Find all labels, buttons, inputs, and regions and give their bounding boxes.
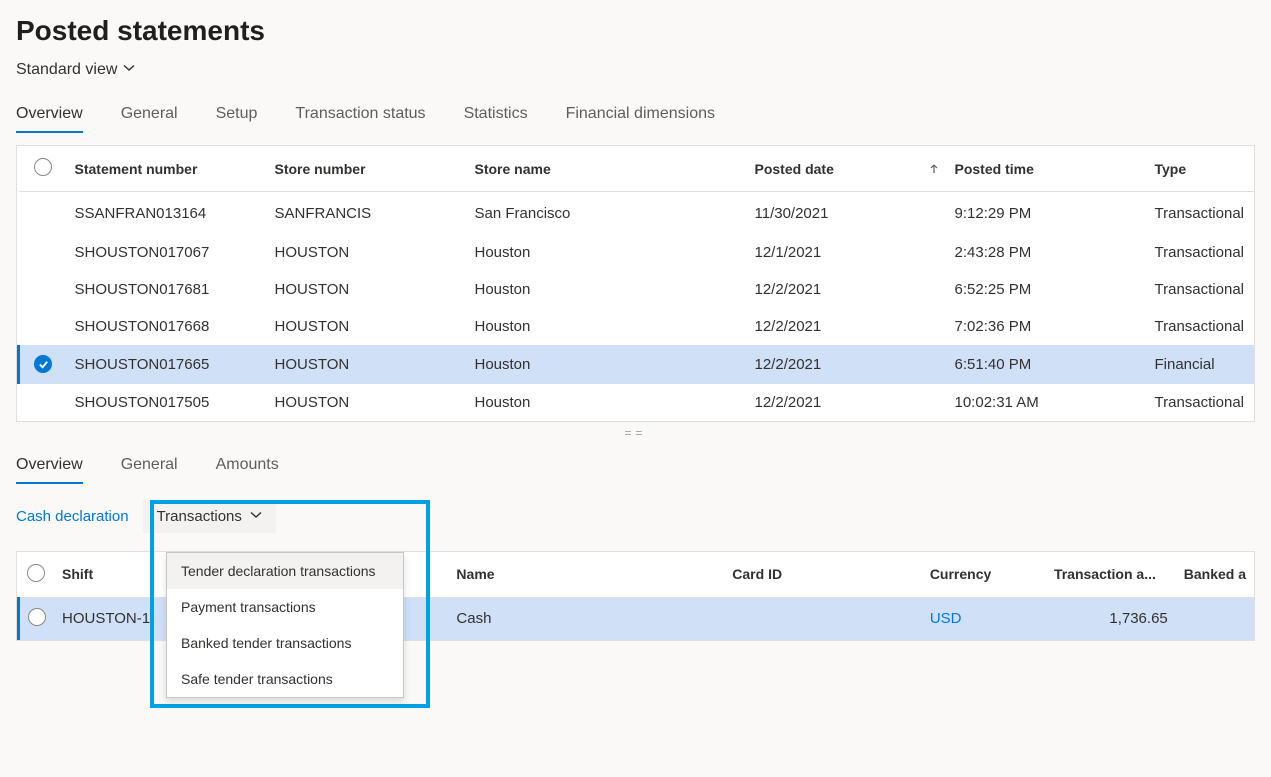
menu-item-tender-declaration[interactable]: Tender declaration transactions: [167, 553, 403, 589]
col-transaction-amount[interactable]: Transaction a...: [1046, 552, 1176, 598]
transaction-amount-cell: 1,736.65: [1046, 597, 1176, 640]
transactions-menu: Tender declaration transactions Payment …: [166, 552, 404, 698]
type-cell: Transactional: [1147, 271, 1255, 308]
tab-financial-dimensions[interactable]: Financial dimensions: [566, 105, 715, 133]
posted-date-cell: 12/2/2021: [747, 308, 947, 345]
select-all-header[interactable]: [19, 146, 67, 192]
banked-amount-cell: [1176, 597, 1254, 640]
type-cell: Transactional: [1147, 308, 1255, 345]
col-currency[interactable]: Currency: [922, 552, 1046, 598]
statement-number-link[interactable]: SHOUSTON017505: [67, 384, 267, 421]
posted-date-cell: 12/2/2021: [747, 384, 947, 421]
store-name-cell: Houston: [467, 345, 747, 384]
posted-time-cell: 9:12:29 PM: [947, 192, 1147, 235]
sub-tab-overview[interactable]: Overview: [16, 456, 83, 484]
statement-number-link[interactable]: SHOUSTON017681: [67, 271, 267, 308]
col-banked-amount[interactable]: Banked a: [1176, 552, 1254, 598]
select-all-radio[interactable]: [34, 158, 52, 176]
store-number-cell: SANFRANCIS: [267, 192, 467, 235]
table-row[interactable]: SSANFRAN013164 SANFRANCIS San Francisco …: [19, 192, 1255, 235]
col-store-number[interactable]: Store number: [267, 146, 467, 192]
table-row[interactable]: SHOUSTON017067 HOUSTON Houston 12/1/2021…: [19, 234, 1255, 271]
cash-declaration-link[interactable]: Cash declaration: [16, 508, 129, 525]
tab-transaction-status[interactable]: Transaction status: [295, 105, 425, 133]
tab-overview[interactable]: Overview: [16, 105, 83, 133]
detail-select-all-header[interactable]: [19, 552, 55, 598]
tab-general[interactable]: General: [121, 105, 178, 133]
table-row[interactable]: SHOUSTON017681 HOUSTON Houston 12/2/2021…: [19, 271, 1255, 308]
col-type[interactable]: Type: [1147, 146, 1255, 192]
menu-item-payment-transactions[interactable]: Payment transactions: [167, 589, 403, 625]
col-store-name[interactable]: Store name: [467, 146, 747, 192]
tab-statistics[interactable]: Statistics: [464, 105, 528, 133]
menu-item-banked-tender[interactable]: Banked tender transactions: [167, 625, 403, 661]
store-name-cell: Houston: [467, 384, 747, 421]
statement-number-link[interactable]: SHOUSTON017067: [67, 234, 267, 271]
store-number-cell: HOUSTON: [267, 384, 467, 421]
tab-setup[interactable]: Setup: [216, 105, 258, 133]
transactions-dropdown[interactable]: Transactions: [143, 500, 276, 533]
statements-grid: Statement number Store number Store name…: [16, 145, 1255, 422]
posted-time-cell: 6:51:40 PM: [947, 345, 1147, 384]
statement-number-link[interactable]: SHOUSTON017668: [67, 308, 267, 345]
table-row-selected[interactable]: SHOUSTON017665 HOUSTON Houston 12/2/2021…: [19, 345, 1255, 384]
card-id-cell: [724, 597, 922, 640]
posted-time-cell: 7:02:36 PM: [947, 308, 1147, 345]
menu-item-safe-tender[interactable]: Safe tender transactions: [167, 661, 403, 697]
posted-date-cell: 12/1/2021: [747, 234, 947, 271]
posted-time-cell: 2:43:28 PM: [947, 234, 1147, 271]
grid-header-row: Statement number Store number Store name…: [19, 146, 1255, 192]
name-cell: Cash: [448, 597, 724, 640]
posted-date-cell: 11/30/2021: [747, 192, 947, 235]
row-radio-checked[interactable]: [34, 355, 52, 373]
chevron-down-icon: [123, 61, 135, 79]
type-cell: Transactional: [1147, 384, 1255, 421]
detail-tabs: Overview General Amounts: [16, 456, 1255, 484]
main-tabs: Overview General Setup Transaction statu…: [16, 105, 1255, 133]
view-dropdown-label: Standard view: [16, 61, 117, 79]
store-name-cell: Houston: [467, 271, 747, 308]
store-number-cell[interactable]: HOUSTON: [267, 345, 467, 384]
store-number-cell: HOUSTON: [267, 308, 467, 345]
page-title: Posted statements: [16, 15, 1255, 47]
sub-tab-amounts[interactable]: Amounts: [216, 456, 279, 484]
table-row[interactable]: SHOUSTON017668 HOUSTON Houston 12/2/2021…: [19, 308, 1255, 345]
col-posted-time[interactable]: Posted time: [947, 146, 1147, 192]
command-bar: Cash declaration Transactions: [16, 500, 1255, 533]
statement-number-link[interactable]: SHOUSTON017665: [67, 345, 267, 384]
posted-time-cell: 10:02:31 AM: [947, 384, 1147, 421]
posted-date-cell: 12/2/2021: [747, 271, 947, 308]
type-cell: Financial: [1147, 345, 1255, 384]
type-cell: Transactional: [1147, 234, 1255, 271]
store-name-cell: San Francisco: [467, 192, 747, 235]
store-name-cell: Houston: [467, 308, 747, 345]
currency-cell[interactable]: USD: [922, 597, 1046, 640]
sub-tab-general[interactable]: General: [121, 456, 178, 484]
store-number-cell: HOUSTON: [267, 234, 467, 271]
col-statement-number[interactable]: Statement number: [67, 146, 267, 192]
view-dropdown[interactable]: Standard view: [16, 61, 135, 79]
resize-handle[interactable]: ==: [16, 422, 1255, 444]
detail-select-all-radio[interactable]: [27, 564, 45, 582]
posted-time-cell: 6:52:25 PM: [947, 271, 1147, 308]
col-card-id[interactable]: Card ID: [724, 552, 922, 598]
detail-row-radio[interactable]: [28, 608, 46, 626]
type-cell: Transactional: [1147, 192, 1255, 235]
statement-number-link[interactable]: SSANFRAN013164: [67, 192, 267, 235]
col-name[interactable]: Name: [448, 552, 724, 598]
sort-ascending-icon: [929, 161, 939, 177]
col-posted-date-label: Posted date: [755, 161, 834, 177]
transactions-dropdown-label: Transactions: [157, 508, 242, 525]
chevron-down-icon: [250, 508, 262, 525]
table-row[interactable]: SHOUSTON017505 HOUSTON Houston 12/2/2021…: [19, 384, 1255, 421]
store-number-cell: HOUSTON: [267, 271, 467, 308]
col-posted-date[interactable]: Posted date: [747, 146, 947, 192]
posted-date-cell: 12/2/2021: [747, 345, 947, 384]
store-name-cell: Houston: [467, 234, 747, 271]
